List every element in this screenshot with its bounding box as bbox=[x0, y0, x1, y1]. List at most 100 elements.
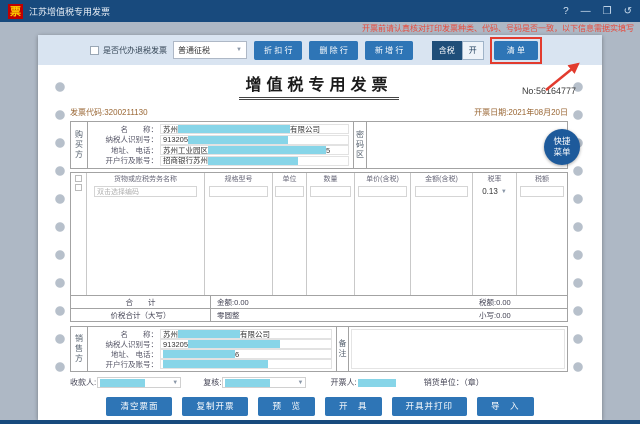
seller-address-field[interactable]: 6 bbox=[160, 349, 332, 359]
app-window: 票 江苏增值税专用发票 ? — ❐ ↺ 开票前请认真核对打印发票种类、代码、号码… bbox=[0, 0, 640, 424]
seller-unit-stamp-label: 销货单位：（章） bbox=[424, 377, 484, 388]
item-price-input[interactable] bbox=[358, 186, 406, 197]
payee-label: 收款人: bbox=[70, 377, 96, 388]
warning-notice: 开票前请认真核对打印发票种类、代码、号码是否一致，以下信息需据实填写 bbox=[0, 22, 640, 35]
item-spec-input[interactable] bbox=[209, 186, 268, 197]
redacted-value bbox=[163, 350, 235, 358]
buyer-bank-label: 开户行及账号： bbox=[92, 155, 158, 166]
column-header: 税率 bbox=[488, 173, 502, 185]
tax-included-label: 含税 bbox=[432, 41, 462, 60]
issue-and-print-button[interactable]: 开具并打印 bbox=[392, 397, 468, 416]
buyer-address-field[interactable]: 苏州工业园区 5 bbox=[160, 145, 349, 155]
chevron-down-icon: ▼ bbox=[298, 380, 304, 386]
title-bar: 票 江苏增值税专用发票 ? — ❐ ↺ bbox=[0, 0, 640, 22]
seller-taxid-field[interactable]: 913205 bbox=[160, 339, 332, 349]
tractor-holes-right bbox=[572, 79, 584, 389]
buyer-address-label: 地址、 电话： bbox=[92, 145, 158, 156]
buyer-name-field[interactable]: 苏州 有限公司 bbox=[160, 124, 349, 134]
quick-menu-label: 快捷菜单 bbox=[552, 136, 572, 157]
buyer-taxid-prefix: 913205 bbox=[163, 135, 188, 144]
item-amount-input[interactable] bbox=[415, 186, 469, 197]
remark-box[interactable] bbox=[351, 329, 565, 369]
redacted-value bbox=[358, 379, 396, 387]
tax-rate-value: 0.13 bbox=[482, 187, 498, 196]
buyer-taxid-field[interactable]: 913205 bbox=[160, 135, 349, 145]
action-bar: 清空票面 复制开票 预 览 开 具 开具并打印 导 入 bbox=[38, 393, 602, 420]
invoice-number: No:56164777 bbox=[522, 86, 576, 96]
window-bottom-border bbox=[0, 420, 640, 424]
discount-row-button[interactable]: 折 扣 行 bbox=[254, 41, 302, 60]
chevron-down-icon: ▼ bbox=[172, 380, 178, 386]
seller-bank-label: 开户行及账号： bbox=[92, 359, 158, 370]
column-header: 货物或应税劳务名称 bbox=[114, 173, 177, 185]
column-header: 单价(含税) bbox=[366, 173, 399, 185]
items-table: 货物或应税劳务名称 双击选择编码 规格型号 单位 数量 bbox=[70, 172, 568, 296]
maximize-icon[interactable]: ❐ bbox=[603, 6, 612, 17]
list-button[interactable]: 清 单 bbox=[494, 41, 538, 60]
copy-invoice-button[interactable]: 复制开票 bbox=[182, 397, 248, 416]
toolbar: 是否代办退税发票 普通征税 ▼ 折 扣 行 删 除 行 新 增 行 含税 开 清… bbox=[38, 35, 602, 65]
totals-tax: 税额:0.00 bbox=[479, 297, 567, 308]
buyer-name-label: 名 称： bbox=[92, 124, 158, 135]
delete-row-button[interactable]: 删 除 行 bbox=[309, 41, 357, 60]
back-icon[interactable]: ↺ bbox=[624, 6, 632, 17]
refund-checkbox[interactable] bbox=[90, 46, 99, 55]
chevron-down-icon: ▼ bbox=[501, 189, 507, 195]
grand-total-label: 价税合计（大写） bbox=[71, 309, 211, 321]
select-all-checkbox[interactable] bbox=[75, 175, 82, 182]
tractor-holes-left bbox=[54, 79, 66, 389]
item-qty-input[interactable] bbox=[310, 186, 351, 197]
grand-total-number: 小写:0.00 bbox=[479, 310, 567, 321]
import-button[interactable]: 导 入 bbox=[477, 397, 534, 416]
invoice-code: 发票代码:3200211130 bbox=[70, 107, 148, 118]
preview-button[interactable]: 预 览 bbox=[258, 397, 315, 416]
password-area-label: 密码区 bbox=[353, 122, 367, 168]
seller-bank-field[interactable] bbox=[160, 359, 332, 369]
add-row-button[interactable]: 新 增 行 bbox=[365, 41, 413, 60]
invoice-title: 增值税专用发票 bbox=[239, 71, 398, 100]
remark-label: 备注 bbox=[336, 327, 349, 371]
redacted-value bbox=[188, 136, 288, 144]
window-title: 江苏增值税专用发票 bbox=[29, 5, 110, 18]
row-checkbox[interactable] bbox=[75, 184, 82, 191]
redacted-value bbox=[188, 340, 280, 348]
tax-rate-select[interactable]: 0.13 ▼ bbox=[482, 187, 507, 196]
reviewer-select[interactable]: ▼ bbox=[222, 377, 306, 388]
buyer-name-prefix: 苏州 bbox=[163, 124, 178, 135]
issuer-label: 开票人: bbox=[330, 377, 356, 388]
seller-taxid-prefix: 913205 bbox=[163, 340, 188, 349]
buyer-section-label: 购买方 bbox=[71, 122, 88, 168]
seller-name-suffix: 有限公司 bbox=[240, 329, 270, 340]
clear-invoice-button[interactable]: 清空票面 bbox=[106, 397, 172, 416]
payee-select[interactable]: ▼ bbox=[97, 377, 181, 388]
item-unit-input[interactable] bbox=[275, 186, 304, 197]
app-logo-icon: 票 bbox=[8, 4, 23, 19]
buyer-bank-field[interactable]: 招商银行苏州 bbox=[160, 156, 349, 166]
chevron-down-icon: ▼ bbox=[236, 47, 242, 53]
seller-name-field[interactable]: 苏州 有限公司 bbox=[160, 329, 332, 339]
item-tax-input[interactable] bbox=[520, 186, 564, 197]
help-icon[interactable]: ? bbox=[563, 6, 569, 17]
redacted-value bbox=[178, 330, 240, 338]
seller-address-suffix: 6 bbox=[235, 350, 239, 359]
redacted-value bbox=[100, 379, 145, 387]
signer-row: 收款人: ▼ 复核: ▼ 开票人: bbox=[70, 377, 568, 388]
totals-row: 合 计 金额:0.00 税额:0.00 bbox=[70, 295, 568, 309]
tax-mode-value: 普通征税 bbox=[178, 45, 210, 56]
column-header: 单位 bbox=[283, 173, 297, 185]
tax-included-state: 开 bbox=[462, 41, 484, 60]
grand-total-row: 价税合计（大写） 零圆整 小写:0.00 bbox=[70, 308, 568, 322]
issue-button[interactable]: 开 具 bbox=[325, 397, 382, 416]
item-name-input[interactable]: 双击选择编码 bbox=[94, 186, 197, 197]
buyer-name-suffix: 有限公司 bbox=[290, 124, 320, 135]
column-header: 金额(含税) bbox=[425, 173, 458, 185]
buyer-address-suffix: 5 bbox=[326, 146, 330, 155]
quick-menu-button[interactable]: 快捷菜单 bbox=[544, 129, 580, 165]
grand-total-chinese: 零圆整 bbox=[211, 310, 479, 321]
seller-name-prefix: 苏州 bbox=[163, 329, 178, 340]
tax-mode-select[interactable]: 普通征税 ▼ bbox=[173, 41, 247, 59]
seller-section: 销售方 名 称： 苏州 有限公司 纳税人识别号： bbox=[70, 326, 568, 372]
totals-amount: 金额:0.00 bbox=[211, 297, 479, 308]
tax-included-toggle[interactable]: 含税 开 bbox=[432, 41, 484, 60]
minimize-icon[interactable]: — bbox=[581, 6, 591, 17]
